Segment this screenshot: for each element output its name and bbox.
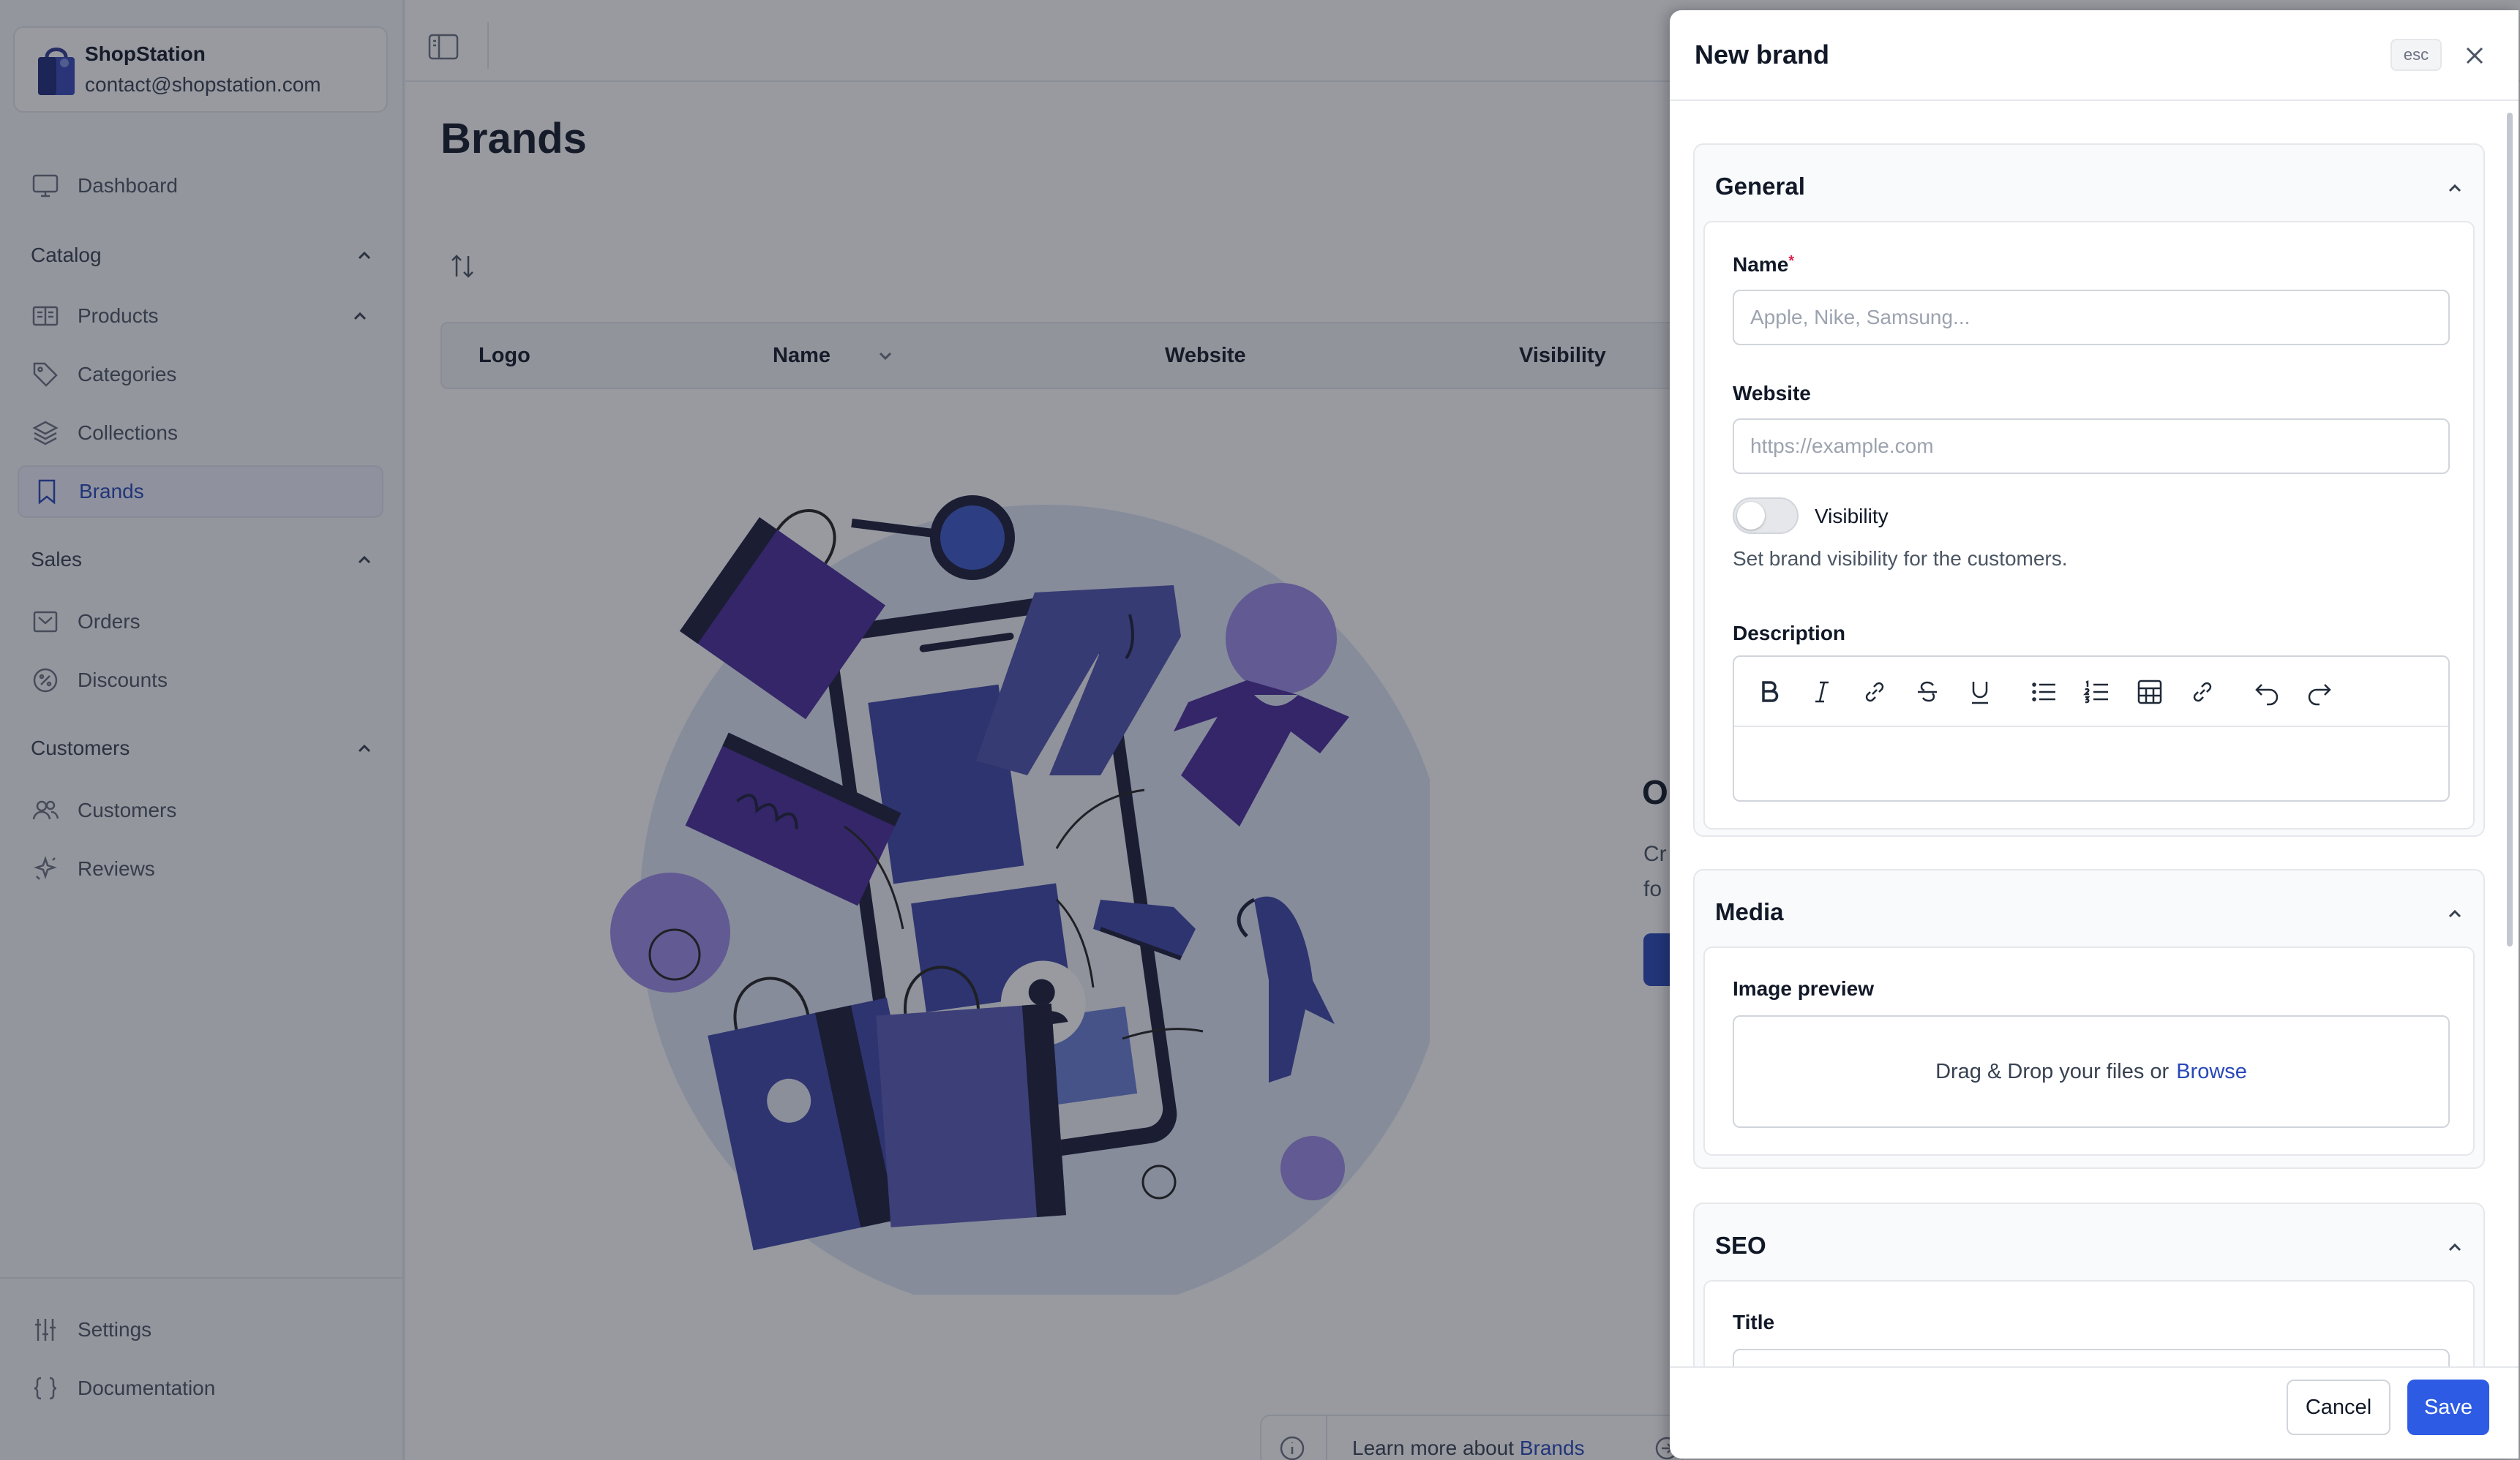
general-section-body: Name* Website Visibility Set brand visib… — [1703, 221, 2475, 829]
link-icon[interactable] — [1859, 676, 1891, 708]
redo-icon[interactable] — [2303, 676, 2336, 708]
save-button[interactable]: Save — [2407, 1380, 2489, 1435]
media-section: Media Image preview Drag & Drop your fil… — [1693, 869, 2485, 1169]
general-section: General Name* Website Visibility Set bra… — [1693, 143, 2485, 837]
website-label: Website — [1733, 382, 1811, 405]
name-label-text: Name — [1733, 253, 1788, 276]
name-input[interactable] — [1733, 290, 2450, 345]
browse-link[interactable]: Browse — [2176, 1060, 2247, 1084]
image-preview-label: Image preview — [1733, 977, 1874, 1001]
description-editor — [1733, 655, 2450, 802]
numbered-list-icon[interactable] — [2081, 676, 2113, 708]
insert-link-icon[interactable] — [2186, 676, 2219, 708]
bold-icon[interactable] — [1753, 676, 1785, 708]
close-icon[interactable] — [2462, 43, 2487, 68]
website-input[interactable] — [1733, 418, 2450, 474]
visibility-toggle[interactable] — [1733, 497, 1799, 534]
dropzone-text: Drag & Drop your files or — [1935, 1060, 2169, 1084]
description-label: Description — [1733, 622, 1845, 645]
seo-title-input[interactable] — [1733, 1349, 2450, 1366]
toggle-knob — [1737, 502, 1765, 530]
visibility-help-text: Set brand visibility for the customers. — [1733, 547, 2068, 571]
strikethrough-icon[interactable] — [1911, 676, 1943, 708]
chevron-up-icon[interactable] — [2444, 177, 2466, 199]
drawer-scroll-area[interactable]: General Name* Website Visibility Set bra… — [1670, 101, 2519, 1366]
section-title: SEO — [1715, 1232, 1766, 1260]
new-brand-drawer: New brand esc General Name* Website Visi… — [1670, 10, 2519, 1459]
app-root: ShopStation contact@shopstation.com Dash… — [0, 0, 2520, 1460]
section-title: Media — [1715, 898, 1784, 926]
name-label: Name* — [1733, 253, 1794, 276]
underline-icon[interactable] — [1964, 676, 1996, 708]
italic-icon[interactable] — [1806, 676, 1838, 708]
chevron-up-icon[interactable] — [2444, 903, 2466, 925]
editor-toolbar — [1734, 657, 2448, 727]
required-mark: * — [1788, 253, 1794, 269]
cancel-button[interactable]: Cancel — [2287, 1380, 2390, 1435]
seo-section: SEO Title — [1693, 1203, 2485, 1366]
seo-title-label: Title — [1733, 1311, 1774, 1334]
section-title: General — [1715, 173, 1805, 200]
seo-section-body: Title — [1703, 1280, 2475, 1366]
file-dropzone[interactable]: Drag & Drop your files or Browse — [1733, 1015, 2450, 1128]
undo-icon[interactable] — [2251, 676, 2283, 708]
media-section-body: Image preview Drag & Drop your files or … — [1703, 947, 2475, 1156]
table-icon[interactable] — [2134, 676, 2166, 708]
esc-key-badge: esc — [2390, 39, 2442, 71]
scrollbar-thumb[interactable] — [2507, 113, 2513, 947]
divider — [1670, 1366, 2519, 1368]
visibility-label: Visibility — [1815, 505, 1889, 528]
bullet-list-icon[interactable] — [2028, 676, 2060, 708]
drawer-title: New brand — [1695, 39, 1829, 70]
chevron-up-icon[interactable] — [2444, 1236, 2466, 1258]
